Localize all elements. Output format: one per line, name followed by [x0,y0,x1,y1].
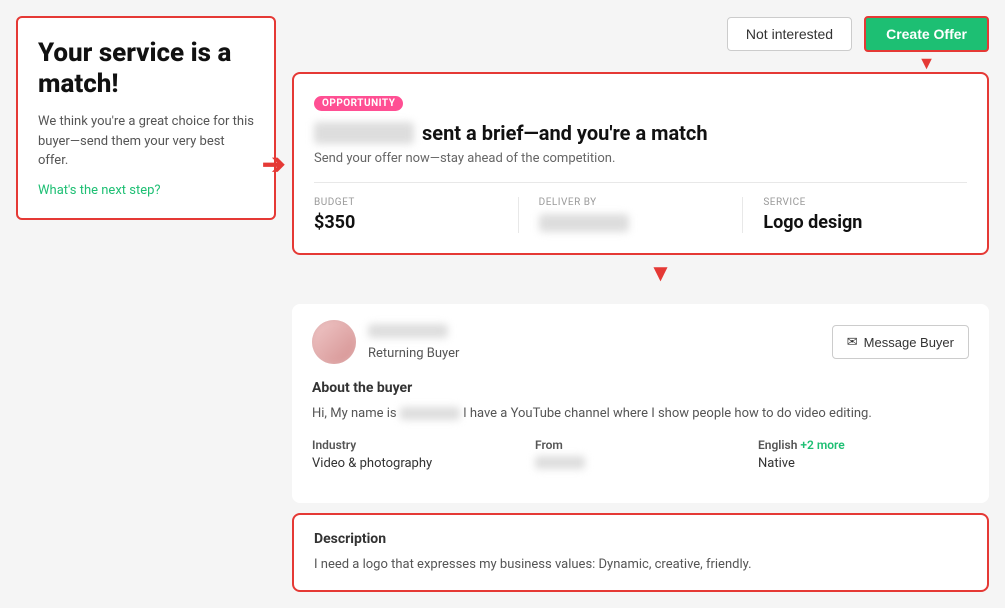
avatar-image [312,320,356,364]
match-description: We think you're a great choice for this … [38,112,254,171]
right-panel: Not interested Create Offer ▼ ➔ OPPORTUN… [292,16,989,592]
buyer-name-area: Returning Buyer [368,324,459,361]
blurred-sender-name [314,122,414,144]
down-arrow-flow: ▼ [332,255,989,292]
language-label: English +2 more [758,438,969,452]
blurred-date [539,214,629,232]
blurred-location [535,456,585,469]
match-title: Your service is a match! [38,38,254,100]
buyer-avatar [312,320,356,364]
description-text: I need a logo that expresses my business… [314,555,967,575]
next-step-link[interactable]: What's the next step? [38,183,254,198]
service-value: Logo design [763,212,947,233]
about-buyer: About the buyer Hi, My name is I have a … [312,380,969,473]
industry-value: Video & photography [312,456,523,471]
service-label: SERVICE [763,197,947,208]
from-label: From [535,438,746,452]
opportunity-subtitle: Send your offer now—stay ahead of the co… [314,151,967,166]
action-bar: Not interested Create Offer ▼ [292,16,989,52]
opportunity-details: BUDGET $350 DELIVER BY SERVICE Logo desi… [314,182,967,233]
opportunity-title-text: sent a brief—and you're a match [422,121,708,145]
returning-label: Returning Buyer [368,346,459,361]
budget-detail: BUDGET $350 [314,197,518,233]
create-offer-button[interactable]: Create Offer [864,16,989,52]
budget-label: BUDGET [314,197,498,208]
buyer-meta: Industry Video & photography From Englis… [312,438,969,473]
blurred-buyer-name-inline [400,407,460,420]
opportunity-title: sent a brief—and you're a match [314,121,967,145]
buyer-info: Returning Buyer [312,320,459,364]
language-more: +2 more [800,438,844,452]
match-panel: Your service is a match! We think you're… [16,16,276,220]
service-detail: SERVICE Logo design [742,197,967,233]
about-title: About the buyer [312,380,969,396]
about-text: Hi, My name is I have a YouTube channel … [312,404,969,424]
right-arrow-icon: ➔ [262,147,285,180]
buyer-header: Returning Buyer ✉ Message Buyer [312,320,969,364]
from-value [535,456,746,473]
opportunity-badge: OPPORTUNITY [314,96,403,111]
blurred-buyer-name [368,324,448,338]
deliver-by-label: DELIVER BY [539,197,723,208]
opportunity-wrapper: ➔ OPPORTUNITY sent a brief—and you're a … [292,72,989,255]
deliver-by-detail: DELIVER BY [518,197,743,233]
buyer-section: Returning Buyer ✉ Message Buyer About th… [292,304,989,503]
industry-label: Industry [312,438,523,452]
language-meta: English +2 more Native [758,438,969,473]
not-interested-button[interactable]: Not interested [727,17,852,51]
deliver-by-value [539,212,723,233]
language-value: Native [758,456,969,471]
message-icon: ✉ [847,334,858,350]
message-button-label: Message Buyer [864,335,954,350]
description-section: Description I need a logo that expresses… [292,513,989,593]
description-title: Description [314,531,967,547]
from-meta: From [535,438,746,473]
industry-meta: Industry Video & photography [312,438,523,473]
budget-value: $350 [314,212,498,233]
opportunity-card: OPPORTUNITY sent a brief—and you're a ma… [292,72,989,255]
down-arrow-icon: ▼ [918,53,936,74]
message-buyer-button[interactable]: ✉ Message Buyer [832,325,969,359]
